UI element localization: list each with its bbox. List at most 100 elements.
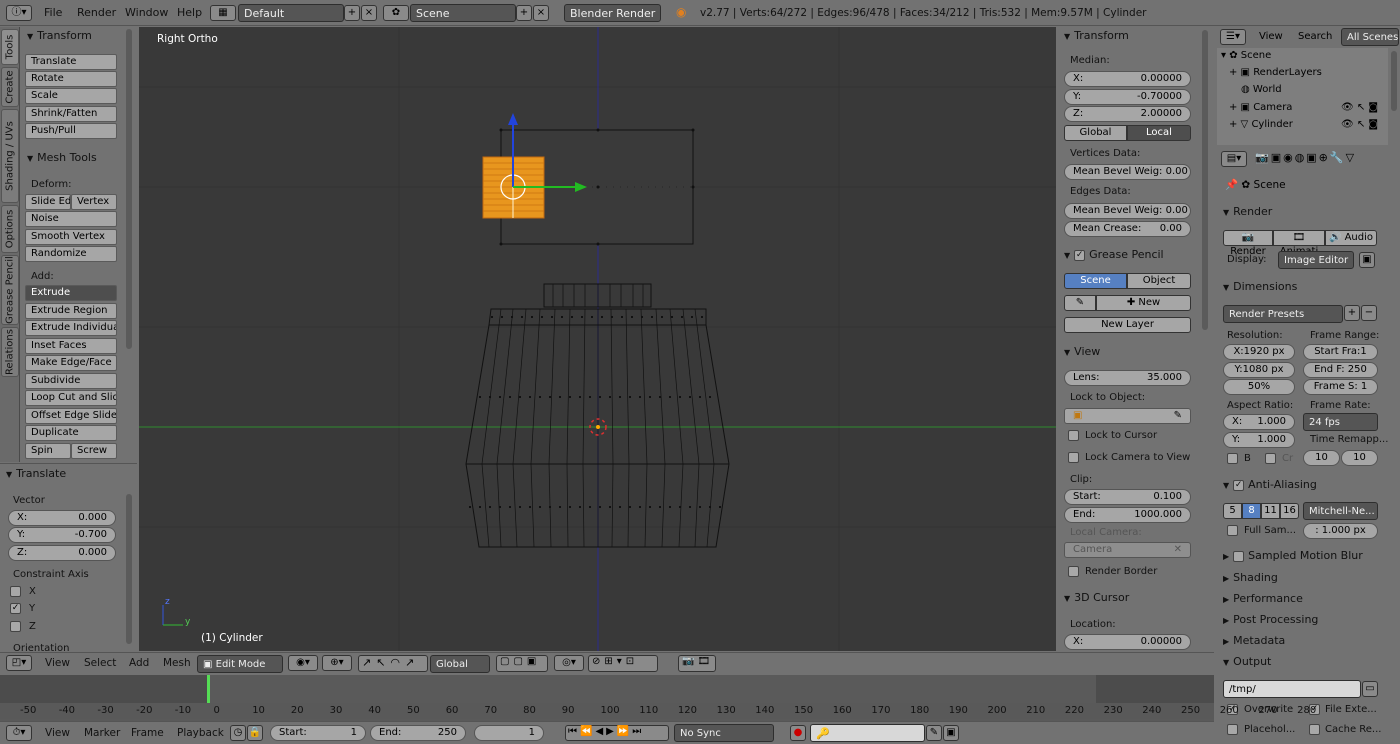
layout-field[interactable]: Default [238, 4, 344, 22]
vector-y-field[interactable]: Y: -0.700 [8, 527, 116, 543]
clip-end-field[interactable]: End: 1000.000 [1064, 507, 1191, 523]
manipulator-icons[interactable]: ↗↖◠↗ [358, 655, 428, 672]
median-x-field[interactable]: X: 0.00000 [1064, 71, 1191, 87]
operator-scrollbar[interactable] [126, 494, 132, 644]
output-path-field[interactable]: /tmp/ [1223, 680, 1361, 698]
end-frame-field[interactable]: End F: 250 [1303, 362, 1378, 378]
n-panel-scrollbar[interactable] [1202, 30, 1208, 330]
start-frame-field[interactable]: Start Fra:1 [1303, 344, 1378, 360]
3d-cursor-header[interactable]: ▼ 3D Cursor [1058, 589, 1129, 607]
aspect-y-field[interactable]: Y: 1.000 [1223, 432, 1295, 448]
smooth-vertex-button[interactable]: Smooth Vertex [25, 229, 117, 245]
operator-header[interactable]: ▼ Translate [0, 465, 66, 483]
outliner-editor-icon[interactable]: ☰▾ [1220, 29, 1246, 45]
properties-context-tabs[interactable]: 📷▣◉◍▣⊕🔧▽ [1255, 151, 1395, 168]
render-audio-button[interactable]: 🔊 Audio [1325, 230, 1377, 246]
keying-set-field[interactable]: 🔑 [810, 724, 925, 742]
render-panel-header[interactable]: ▼ Render [1217, 203, 1272, 221]
constraint-z-checkbox[interactable] [10, 621, 21, 632]
remove-preset-icon[interactable]: − [1361, 305, 1377, 321]
viewport-mesh-menu[interactable]: Mesh [163, 657, 191, 669]
display-select[interactable]: Image Editor [1278, 251, 1354, 269]
grease-pencil-header[interactable]: ▼ ✓ Grease Pencil [1058, 246, 1164, 264]
make-edge-face-button[interactable]: Make Edge/Face [25, 355, 117, 371]
mean-crease-field[interactable]: Mean Crease: 0.00 [1064, 221, 1191, 237]
outliner-item-renderlayers[interactable]: + ▣ RenderLayers [1229, 67, 1322, 78]
layer-buttons[interactable]: ▢▢▣ [496, 655, 548, 672]
lock-camera-checkbox[interactable] [1068, 452, 1079, 463]
timeline-view-menu[interactable]: View [45, 727, 70, 739]
add-preset-icon[interactable]: + [1344, 305, 1360, 321]
view-panel-header[interactable]: ▼ View [1058, 343, 1100, 361]
remap-old-field[interactable]: 10 [1303, 450, 1340, 466]
lens-field[interactable]: Lens: 35.000 [1064, 370, 1191, 386]
vector-z-field[interactable]: Z: 0.000 [8, 545, 116, 561]
resolution-y-field[interactable]: Y:1080 px [1223, 362, 1295, 378]
metadata-header[interactable]: ▶ Metadata [1217, 632, 1285, 650]
aa-16-button[interactable]: 16 [1280, 503, 1299, 519]
sync-mode-select[interactable]: No Sync [674, 724, 774, 742]
noise-button[interactable]: Noise [25, 211, 117, 227]
loop-cut-slide-button[interactable]: Loop Cut and Slide [25, 390, 117, 406]
timeline-editor-icon[interactable]: ⏱▾ [6, 725, 32, 741]
screen-layout-icon[interactable]: ▦ [210, 5, 236, 21]
timeline-frame-menu[interactable]: Frame [131, 727, 164, 739]
delete-keyframe-icon[interactable]: ▣ [943, 725, 959, 741]
push-pull-button[interactable]: Push/Pull [25, 123, 117, 139]
filter-size-field[interactable]: : 1.000 px [1303, 523, 1378, 539]
mesh-tools-header[interactable]: ▼ Mesh Tools [21, 149, 97, 167]
cylinder-visibility-icon[interactable]: 👁 ↖ ◙ [1341, 119, 1378, 130]
global-toggle[interactable]: Global [1064, 125, 1127, 141]
pivot-point-icon[interactable]: ⊕▾ [322, 655, 352, 671]
gp-pencil-icon[interactable]: ✎ [1064, 295, 1096, 311]
remove-scene-icon[interactable]: × [533, 5, 549, 21]
edge-bevel-field[interactable]: Mean Bevel Weig: 0.00 [1064, 203, 1191, 219]
outliner-search-menu[interactable]: Search [1298, 31, 1332, 42]
render-view-icons[interactable]: 📷🎞 [678, 655, 716, 672]
viewport-add-menu[interactable]: Add [129, 657, 149, 669]
motion-blur-header[interactable]: ▶ Sampled Motion Blur [1217, 547, 1363, 565]
tab-grease-pencil[interactable]: Grease Pencil [1, 255, 19, 325]
median-y-field[interactable]: Y: -0.70000 [1064, 89, 1191, 105]
insert-keyframe-icon[interactable]: ✎ [926, 725, 942, 741]
info-editor-icon[interactable]: ⓘ▾ [6, 5, 32, 21]
playback-controls[interactable]: ⏮⏪◀▶⏩⏭ [565, 725, 669, 741]
gp-object-toggle[interactable]: Object [1127, 273, 1191, 289]
render-engine-select[interactable]: Blender Render [564, 4, 661, 22]
cache-result-checkbox[interactable] [1309, 724, 1320, 735]
offset-edge-slide-button[interactable]: Offset Edge Slide [25, 408, 117, 424]
cursor-x-field[interactable]: X: 0.00000 [1064, 634, 1191, 650]
dimensions-header[interactable]: ▼ Dimensions [1217, 278, 1297, 296]
subdivide-button[interactable]: Subdivide [25, 373, 117, 389]
output-header[interactable]: ▼ Output [1217, 653, 1271, 671]
extrude-region-button[interactable]: Extrude Region [25, 303, 117, 319]
slide-edge-button[interactable]: Slide Ed [25, 194, 71, 210]
duplicate-button[interactable]: Duplicate [25, 425, 117, 441]
performance-header[interactable]: ▶ Performance [1217, 590, 1303, 608]
record-icon[interactable]: ● [790, 725, 806, 741]
shrink-fatten-button[interactable]: Shrink/Fatten [25, 106, 117, 122]
frame-step-field[interactable]: Frame S: 1 [1303, 379, 1378, 395]
tool-shelf-scrollbar[interactable] [126, 29, 132, 349]
current-frame-marker[interactable] [207, 675, 210, 703]
tab-options[interactable]: Options [1, 205, 19, 253]
post-processing-header[interactable]: ▶ Post Processing [1217, 611, 1318, 629]
scene-icon[interactable]: ✿ [383, 5, 409, 21]
vector-x-field[interactable]: X: 0.000 [8, 510, 116, 526]
border-checkbox[interactable] [1227, 453, 1238, 464]
transform-orientation-select[interactable]: Global [430, 655, 490, 673]
lock-frame-icon[interactable]: 🔒 [247, 725, 263, 741]
screw-button[interactable]: Screw [71, 443, 117, 459]
viewport-editor-icon[interactable]: ◰▾ [6, 655, 32, 671]
3d-viewport[interactable]: Right Ortho z y (1) Cylinder [139, 27, 1056, 651]
vertex-bevel-field[interactable]: Mean Bevel Weig: 0.00 [1064, 164, 1191, 180]
viewport-shading-icon[interactable]: ◉▾ [288, 655, 318, 671]
resolution-percent-field[interactable]: 50% [1223, 379, 1295, 395]
menu-render[interactable]: Render [77, 6, 116, 19]
outliner-display-select[interactable]: All Scenes [1341, 28, 1399, 46]
camera-visibility-icon[interactable]: 👁 ↖ ◙ [1341, 102, 1378, 113]
outliner-view-menu[interactable]: View [1259, 31, 1283, 42]
slide-vertex-button[interactable]: Vertex [71, 194, 117, 210]
median-z-field[interactable]: Z: 2.00000 [1064, 106, 1191, 122]
clip-start-field[interactable]: Start: 0.100 [1064, 489, 1191, 505]
